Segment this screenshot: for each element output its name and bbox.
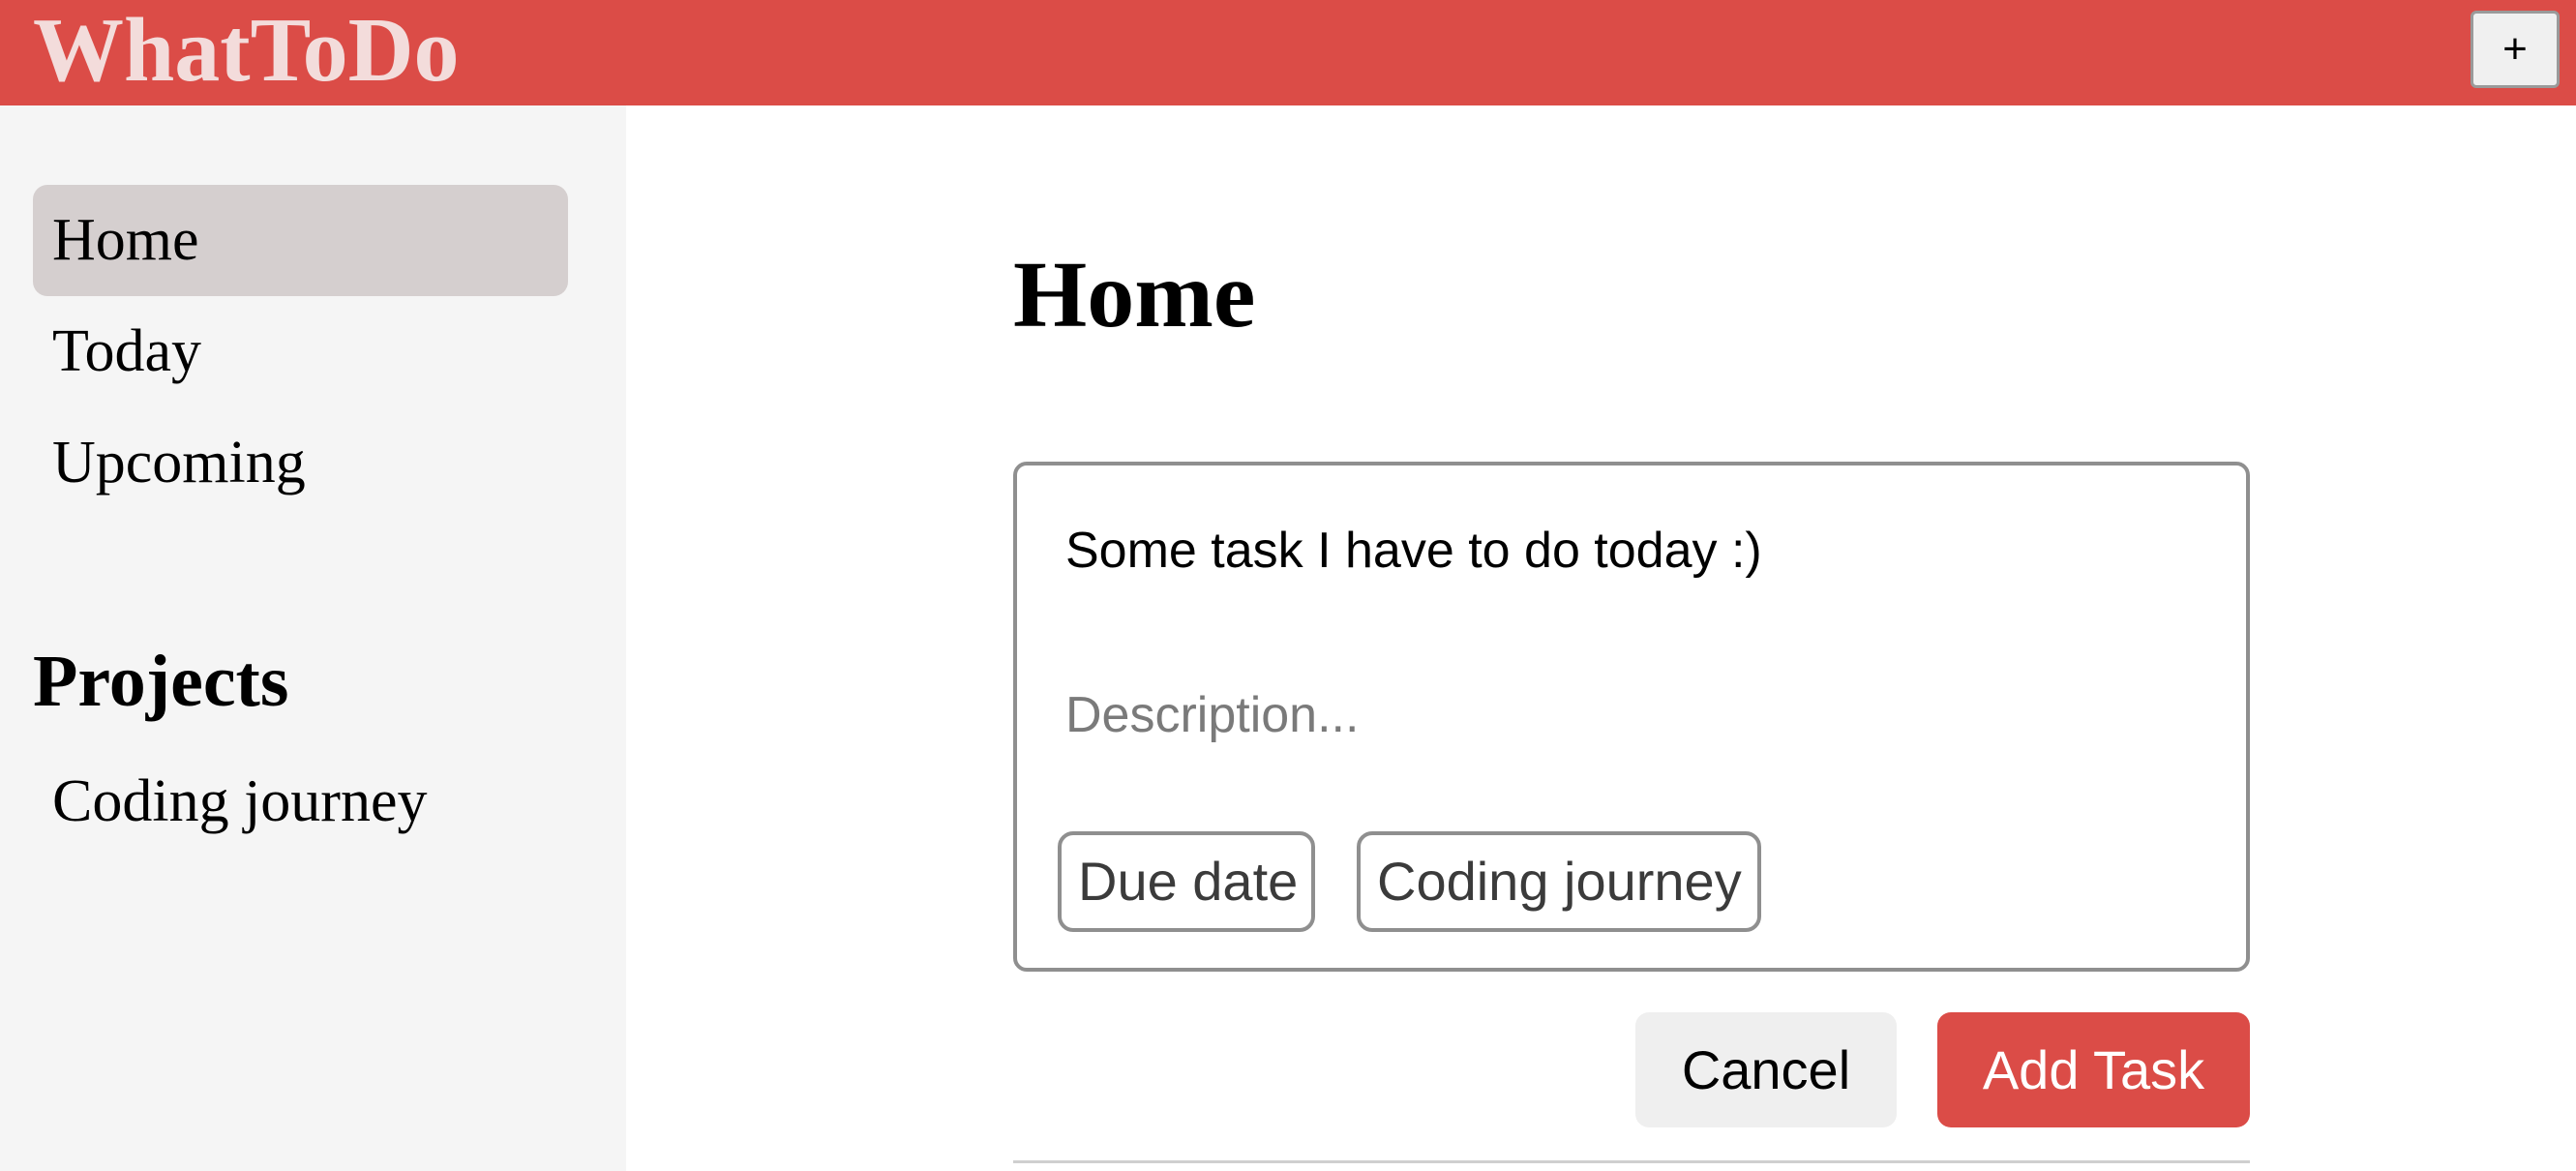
due-date-button[interactable]: Due date	[1058, 831, 1315, 932]
top-bar: WhatToDo +	[0, 0, 2576, 105]
divider	[1013, 1160, 2250, 1163]
sidebar-item-upcoming[interactable]: Upcoming	[33, 407, 568, 519]
sidebar: Home Today Upcoming Projects Coding jour…	[0, 105, 626, 1171]
sidebar-item-home[interactable]: Home	[33, 185, 568, 296]
sidebar-project-coding-journey[interactable]: Coding journey	[33, 746, 568, 857]
page-title: Home	[1013, 243, 1256, 347]
cancel-button[interactable]: Cancel	[1635, 1012, 1897, 1127]
add-project-button[interactable]: +	[2471, 11, 2560, 88]
task-description-input[interactable]	[1065, 676, 2198, 754]
sidebar-item-today[interactable]: Today	[33, 296, 568, 407]
plus-icon: +	[2502, 25, 2528, 73]
add-task-button[interactable]: Add Task	[1937, 1012, 2250, 1127]
project-select-button[interactable]: Coding journey	[1357, 831, 1761, 932]
task-form: Due date Coding journey	[1013, 462, 2250, 972]
projects-heading: Projects	[33, 641, 289, 722]
task-title-input[interactable]	[1065, 512, 2198, 589]
app-title: WhatToDo	[33, 0, 460, 101]
